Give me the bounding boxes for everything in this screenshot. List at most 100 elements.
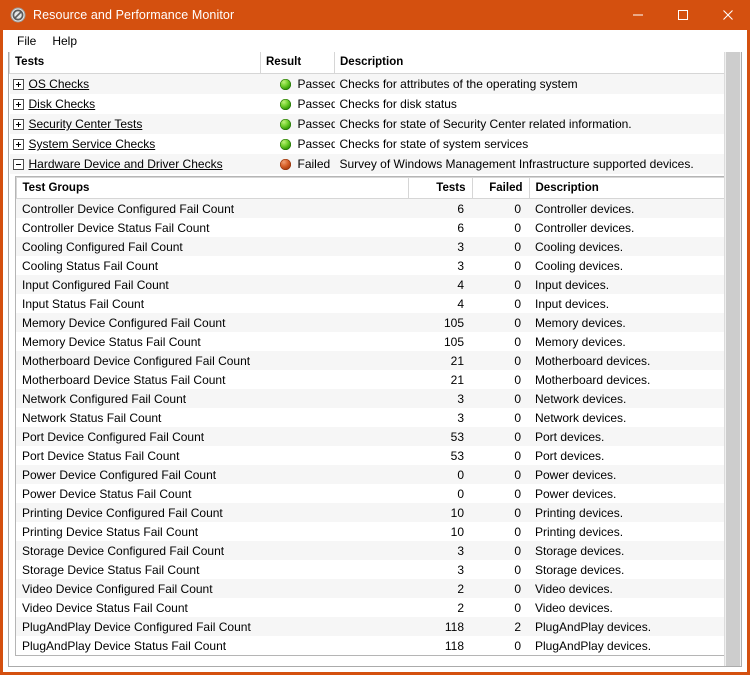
table-row[interactable]: Hardware Device and Driver Checks Failed… xyxy=(9,154,741,174)
column-header-inner-tests[interactable]: Tests xyxy=(407,177,473,199)
vertical-scrollbar[interactable] xyxy=(724,52,741,666)
cell-test-group: Power Device Status Fail Count xyxy=(16,484,408,503)
test-group-link[interactable]: Hardware Device and Driver Checks xyxy=(29,157,223,171)
cell-group-description: Cooling devices. xyxy=(529,237,735,256)
table-row[interactable]: Power Device Status Fail Count 0 0 Power… xyxy=(16,484,735,503)
column-header-tests[interactable]: Tests xyxy=(9,52,261,74)
result-label: Passed xyxy=(297,97,335,111)
cell-test-group: PlugAndPlay Device Configured Fail Count xyxy=(16,617,408,636)
expand-icon[interactable] xyxy=(12,78,24,90)
table-row[interactable]: Input Status Fail Count 4 0 Input device… xyxy=(16,294,735,313)
expand-icon[interactable] xyxy=(12,138,24,150)
cell-group-description: Controller devices. xyxy=(529,218,735,237)
column-header-description[interactable]: Description xyxy=(334,52,741,74)
scrollbar-thumb[interactable] xyxy=(726,52,740,666)
minimize-button[interactable] xyxy=(615,0,660,30)
menu-bar: File Help xyxy=(3,30,747,52)
table-row[interactable]: Cooling Configured Fail Count 3 0 Coolin… xyxy=(16,237,735,256)
cell-tests-count: 0 xyxy=(408,484,472,503)
cell-failed-count: 0 xyxy=(472,598,529,617)
table-row[interactable]: Input Configured Fail Count 4 0 Input de… xyxy=(16,275,735,294)
table-row[interactable]: Disk Checks Passed Checks for disk statu… xyxy=(9,94,741,114)
table-row[interactable]: System Service Checks Passed Checks for … xyxy=(9,134,741,154)
cell-test-group: Printing Device Configured Fail Count xyxy=(16,503,408,522)
test-group-link[interactable]: System Service Checks xyxy=(29,137,156,151)
test-group-link[interactable]: OS Checks xyxy=(29,77,90,91)
nested-table-container: Test Groups Tests Failed Description Con… xyxy=(9,174,741,658)
cell-test-group: Video Device Configured Fail Count xyxy=(16,579,408,598)
table-row[interactable]: Network Status Fail Count 3 0 Network de… xyxy=(16,408,735,427)
menu-file[interactable]: File xyxy=(10,32,45,50)
cell-tests-count: 21 xyxy=(408,370,472,389)
cell-tests-count: 2 xyxy=(408,579,472,598)
cell-group-description: Video devices. xyxy=(529,598,735,617)
table-row[interactable]: Memory Device Configured Fail Count 105 … xyxy=(16,313,735,332)
table-row[interactable]: Printing Device Status Fail Count 10 0 P… xyxy=(16,522,735,541)
expand-icon[interactable] xyxy=(12,118,24,130)
table-row[interactable]: Printing Device Configured Fail Count 10… xyxy=(16,503,735,522)
column-header-failed[interactable]: Failed xyxy=(471,177,530,199)
cell-tests-count: 105 xyxy=(408,313,472,332)
table-row[interactable]: OS Checks Passed Checks for attributes o… xyxy=(9,73,741,94)
table-row[interactable]: PlugAndPlay Device Configured Fail Count… xyxy=(16,617,735,636)
table-row[interactable]: Motherboard Device Status Fail Count 21 … xyxy=(16,370,735,389)
status-orb-pass-icon xyxy=(279,78,291,90)
close-button[interactable] xyxy=(705,0,750,30)
cell-test-group: Port Device Configured Fail Count xyxy=(16,427,408,446)
cell-tests-count: 0 xyxy=(408,465,472,484)
test-group-link[interactable]: Security Center Tests xyxy=(29,117,143,131)
cell-group-description: Port devices. xyxy=(529,427,735,446)
column-header-test-groups[interactable]: Test Groups xyxy=(15,177,409,199)
table-row[interactable]: Port Device Status Fail Count 53 0 Port … xyxy=(16,446,735,465)
outer-table-body: OS Checks Passed Checks for attributes o… xyxy=(9,73,741,658)
table-row[interactable]: Power Device Configured Fail Count 0 0 P… xyxy=(16,465,735,484)
cell-test-group: Memory Device Status Fail Count xyxy=(16,332,408,351)
cell-tests-count: 3 xyxy=(408,389,472,408)
maximize-button[interactable] xyxy=(660,0,705,30)
cell-result: Passed xyxy=(260,134,335,154)
column-header-result[interactable]: Result xyxy=(260,52,335,74)
cell-tests-count: 105 xyxy=(408,332,472,351)
cell-failed-count: 0 xyxy=(472,332,529,351)
cell-test-group: Controller Device Status Fail Count xyxy=(16,218,408,237)
table-row[interactable]: PlugAndPlay Device Status Fail Count 118… xyxy=(16,636,735,655)
table-row[interactable]: Storage Device Status Fail Count 3 0 Sto… xyxy=(16,560,735,579)
cell-group-description: Memory devices. xyxy=(529,313,735,332)
status-orb-pass-icon xyxy=(279,138,291,150)
test-group-link[interactable]: Disk Checks xyxy=(29,97,96,111)
menu-help[interactable]: Help xyxy=(45,32,86,50)
collapse-icon[interactable] xyxy=(12,158,24,170)
result-label: Passed xyxy=(297,137,335,151)
table-row[interactable]: Security Center Tests Passed Checks for … xyxy=(9,114,741,134)
cell-group-description: Power devices. xyxy=(529,484,735,503)
cell-description: Checks for state of Security Center rela… xyxy=(334,114,741,134)
cell-description: Checks for disk status xyxy=(334,94,741,114)
cell-tests-count: 4 xyxy=(408,294,472,313)
cell-test-group: Cooling Status Fail Count xyxy=(16,256,408,275)
cell-test-group: Video Device Status Fail Count xyxy=(16,598,408,617)
cell-test-group: Storage Device Status Fail Count xyxy=(16,560,408,579)
table-row[interactable]: Port Device Configured Fail Count 53 0 P… xyxy=(16,427,735,446)
table-row[interactable]: Memory Device Status Fail Count 105 0 Me… xyxy=(16,332,735,351)
cell-tests-count: 6 xyxy=(408,218,472,237)
cell-failed-count: 0 xyxy=(472,408,529,427)
cell-failed-count: 0 xyxy=(472,275,529,294)
status-orb-pass-icon xyxy=(279,98,291,110)
column-header-inner-description[interactable]: Description xyxy=(528,177,736,199)
cell-result: Passed xyxy=(260,114,335,134)
expand-icon[interactable] xyxy=(12,98,24,110)
cell-group-description: Storage devices. xyxy=(529,541,735,560)
cell-group-description: Storage devices. xyxy=(529,560,735,579)
table-row[interactable]: Network Configured Fail Count 3 0 Networ… xyxy=(16,389,735,408)
table-row[interactable]: Controller Device Status Fail Count 6 0 … xyxy=(16,218,735,237)
table-row[interactable]: Video Device Configured Fail Count 2 0 V… xyxy=(16,579,735,598)
cell-test-group: Motherboard Device Status Fail Count xyxy=(16,370,408,389)
result-label: Passed xyxy=(297,117,335,131)
table-row[interactable]: Motherboard Device Configured Fail Count… xyxy=(16,351,735,370)
table-row[interactable]: Cooling Status Fail Count 3 0 Cooling de… xyxy=(16,256,735,275)
table-row[interactable]: Storage Device Configured Fail Count 3 0… xyxy=(16,541,735,560)
cell-tests-count: 118 xyxy=(408,636,472,655)
table-row[interactable]: Controller Device Configured Fail Count … xyxy=(16,198,735,218)
table-row[interactable]: Video Device Status Fail Count 2 0 Video… xyxy=(16,598,735,617)
window-controls xyxy=(615,0,750,30)
